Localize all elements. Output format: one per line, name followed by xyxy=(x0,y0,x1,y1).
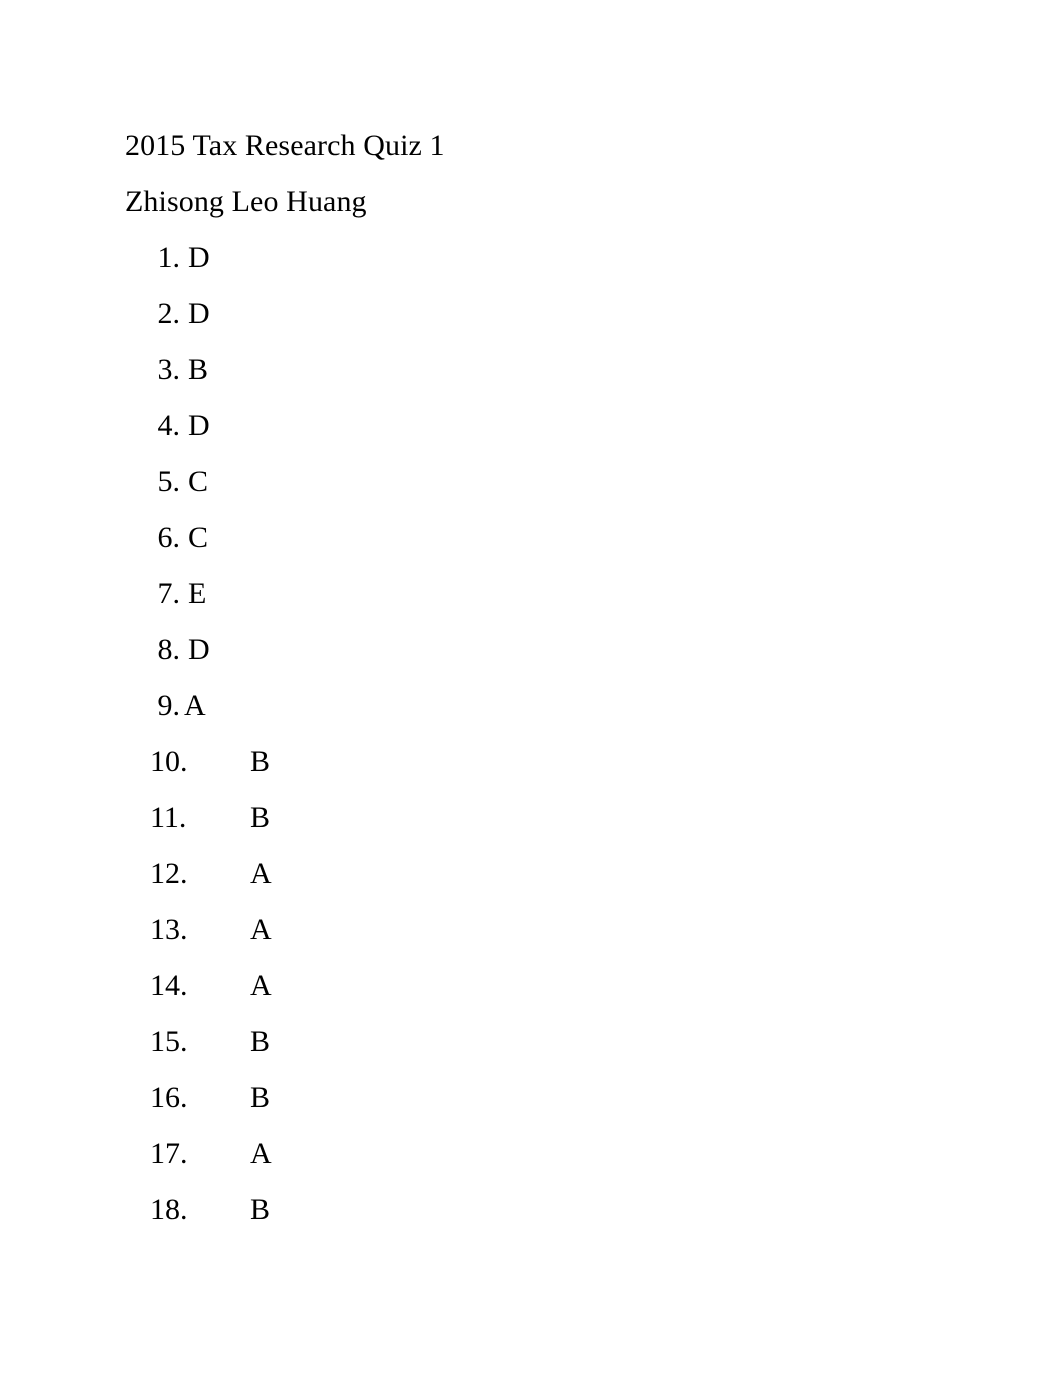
list-item-answer: B xyxy=(250,1025,271,1058)
list-item-answer: A xyxy=(184,689,206,722)
list-item-answer: B xyxy=(250,801,271,834)
list-item-answer: A xyxy=(250,1137,272,1170)
list-item: 12. A xyxy=(125,846,945,902)
list-item-number: 6. xyxy=(157,521,181,554)
list-item-number: 12. xyxy=(150,857,188,890)
document-page: 2015 Tax Research Quiz 1 Zhisong Leo Hua… xyxy=(0,0,1062,1377)
list-item: 8. D xyxy=(125,622,945,678)
document-body: 2015 Tax Research Quiz 1 Zhisong Leo Hua… xyxy=(125,118,945,1238)
list-item-number: 15. xyxy=(150,1025,188,1058)
list-item-number: 4. xyxy=(157,409,181,442)
list-item-number: 3. xyxy=(157,353,181,386)
list-item: 14. A xyxy=(125,958,945,1014)
list-item: 4. D xyxy=(125,398,945,454)
list-item-answer: B xyxy=(250,1193,271,1226)
list-item-answer: D xyxy=(188,409,210,442)
list-item: 18. B xyxy=(125,1182,945,1238)
list-item: 10. B xyxy=(125,734,945,790)
list-item-number: 2. xyxy=(157,297,181,330)
list-item-number: 1. xyxy=(157,241,181,274)
list-item: 1. D xyxy=(125,230,945,286)
list-item-answer: E xyxy=(188,577,207,610)
author-name: Zhisong Leo Huang xyxy=(125,185,367,218)
list-item-number: 16. xyxy=(150,1081,188,1114)
list-item-number: 9. xyxy=(157,689,181,722)
list-item-answer: A xyxy=(250,913,272,946)
list-item-number: 7. xyxy=(157,577,181,610)
list-item-answer: B xyxy=(250,1081,271,1114)
list-item: 6. C xyxy=(125,510,945,566)
list-item-answer: C xyxy=(188,521,209,554)
list-item-answer: B xyxy=(250,745,271,778)
list-item-number: 5. xyxy=(157,465,181,498)
list-item-answer: D xyxy=(188,241,210,274)
list-item: 17. A xyxy=(125,1126,945,1182)
list-item-answer: A xyxy=(250,969,272,1002)
list-item-number: 10. xyxy=(150,745,188,778)
list-item-answer: B xyxy=(188,353,209,386)
list-item: 11. B xyxy=(125,790,945,846)
list-item-number: 17. xyxy=(150,1137,188,1170)
list-item-number: 11. xyxy=(150,801,187,834)
list-item-answer: C xyxy=(188,465,209,498)
answer-list: 1. D 2. D 3. B 4. D 5. C 6. C 7. E 8. D 9. A 10. B 11. B 12. A 1… xyxy=(125,230,945,1238)
list-item: 2. D xyxy=(125,286,945,342)
list-item: 13. A xyxy=(125,902,945,958)
list-item-answer: D xyxy=(188,297,210,330)
list-item-number: 8. xyxy=(157,633,181,666)
list-item-answer: A xyxy=(250,857,272,890)
list-item: 15. B xyxy=(125,1014,945,1070)
list-item: 16. B xyxy=(125,1070,945,1126)
list-item-number: 13. xyxy=(150,913,188,946)
list-item-number: 14. xyxy=(150,969,188,1002)
list-item: 3. B xyxy=(125,342,945,398)
list-item: 9. A xyxy=(125,678,945,734)
list-item-answer: D xyxy=(188,633,210,666)
list-item-number: 18. xyxy=(150,1193,188,1226)
list-item: 7. E xyxy=(125,566,945,622)
list-item: 5. C xyxy=(125,454,945,510)
page-title: 2015 Tax Research Quiz 1 xyxy=(125,129,445,162)
